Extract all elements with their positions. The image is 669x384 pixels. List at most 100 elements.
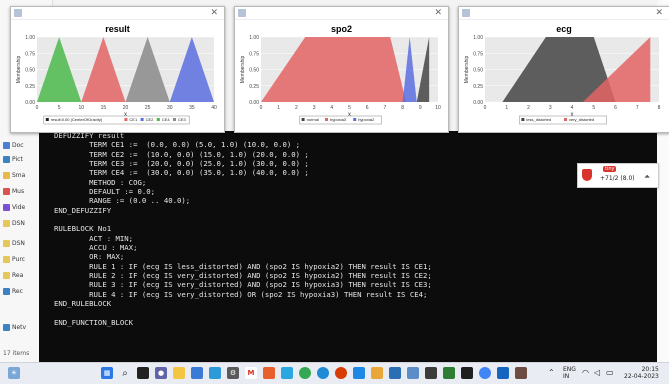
explorer-item[interactable]: Vide: [3, 202, 25, 212]
vscode-icon[interactable]: [353, 367, 365, 379]
chart-title: result: [105, 24, 130, 34]
app-icon[interactable]: [515, 367, 527, 379]
explorer-item[interactable]: Doc: [3, 140, 24, 150]
y-tick-label: 0.75: [473, 51, 483, 57]
app-icon[interactable]: [497, 367, 509, 379]
battery-icon[interactable]: ▭: [606, 369, 614, 377]
legend-swatch: [521, 118, 525, 121]
app-icon[interactable]: [443, 367, 455, 379]
y-axis-label: Membership: [240, 56, 246, 84]
x-tick-label: 40: [211, 105, 217, 111]
close-icon[interactable]: ✕: [434, 7, 442, 19]
legend-label: result:0.00 (CenterOfGravity): [51, 117, 103, 122]
file-explorer-icon[interactable]: [173, 367, 185, 379]
x-tick-label: 8: [401, 105, 404, 111]
photos-icon[interactable]: [209, 367, 221, 379]
camera-icon[interactable]: [425, 367, 437, 379]
volume-icon[interactable]: ◁: [594, 369, 600, 377]
x-tick-label: 1: [505, 105, 508, 111]
explorer-item[interactable]: Purc: [3, 254, 25, 264]
wifi-icon[interactable]: ◠: [582, 369, 589, 377]
weather-icon[interactable]: ☀: [8, 367, 20, 379]
legend-label: hypoxia3: [330, 117, 347, 122]
terminal-icon[interactable]: [461, 367, 473, 379]
close-icon[interactable]: ✕: [210, 7, 218, 19]
shield-icon: [582, 169, 592, 181]
store-icon[interactable]: [191, 367, 203, 379]
explorer-item[interactable]: Pict: [3, 154, 23, 164]
explorer-item-label: Mus: [12, 187, 25, 195]
java-app-icon[interactable]: [407, 367, 419, 379]
explorer-item-label: Sma: [12, 171, 26, 179]
explorer-item[interactable]: Netv: [3, 322, 26, 332]
x-tick-label: 4: [330, 105, 333, 111]
browser-icon[interactable]: [479, 367, 491, 379]
chart-icon: ⏶: [644, 172, 651, 181]
java-app-icon: [14, 9, 22, 17]
folder-icon: [3, 155, 10, 163]
explorer-item[interactable]: Rec: [3, 286, 23, 296]
legend-label: CE2: [146, 117, 155, 122]
explorer-item[interactable]: DSN: [3, 218, 25, 228]
explorer-item[interactable]: DSN: [3, 238, 25, 248]
result-chart-window[interactable]: ✕ result 0.00 0.25 0.50 0.75 1.00 0 5 10 15 20 25 30…: [10, 6, 225, 133]
folder-icon: [3, 287, 10, 295]
x-tick-label: 2: [527, 105, 530, 111]
code-line: TERM CE4 := (30.0, 0.0) (35.0, 1.0) (40.…: [54, 168, 309, 178]
x-tick-label: 25: [145, 105, 151, 111]
notepad-icon[interactable]: [281, 367, 293, 379]
spo2-chart: spo20.000.250.500.751.000 1 2 3 4 5 6 7 8 9 10xMem…: [240, 24, 441, 125]
code-line: METHOD : COG;: [54, 177, 147, 187]
ecg-chart-window[interactable]: ✕ ecg 0.00 0.25 0.50 0.75 1.00 0 1 2 3 4 5 6 7 8 x Membe…: [458, 6, 669, 133]
teams-icon[interactable]: [335, 367, 347, 379]
legend-swatch: [45, 118, 49, 121]
folder-icon: [3, 141, 10, 149]
legend-swatch: [173, 118, 176, 121]
window-titlebar[interactable]: ✕: [235, 7, 448, 20]
language-indicator[interactable]: ENG IN: [563, 366, 576, 380]
explorer-item[interactable]: Mus: [3, 186, 24, 196]
gmail-icon[interactable]: M: [245, 367, 257, 379]
spo2-chart-window[interactable]: ✕ spo2 0.00 0.25 0.50 0.75 1.00 0 1 2 3 4 5 6 7 8 9 10 x M…: [234, 6, 449, 133]
y-tick-label: 0.50: [249, 68, 259, 74]
legend-swatch: [564, 118, 567, 121]
folder-icon: [3, 271, 10, 279]
code-line: END_DEFUZZIFY: [54, 205, 112, 215]
edge-icon[interactable]: [317, 367, 329, 379]
close-icon[interactable]: ✕: [655, 7, 663, 19]
search-icon[interactable]: ⌕: [119, 367, 131, 379]
x-tick-label: 10: [78, 105, 84, 111]
legend-label: CE4: [162, 117, 171, 122]
window-titlebar[interactable]: ✕: [459, 7, 669, 20]
code-line: END_RULEBLOCK: [54, 298, 112, 308]
clock[interactable]: 20:15 22-04-2023: [624, 366, 659, 380]
explorer-item-label: Rec: [12, 287, 23, 295]
netbeans-icon[interactable]: [389, 367, 401, 379]
folder-icon: [3, 239, 10, 247]
legend-swatch: [156, 118, 160, 121]
fcl-code-output: DEFUZZIFY result TERM CE1 := (0.0, 0.0) …: [54, 131, 432, 327]
tray-chevron-icon[interactable]: ⌃: [548, 369, 555, 377]
chat-icon[interactable]: ●: [155, 367, 167, 379]
explorer-item[interactable]: Sma: [3, 170, 25, 180]
legend-swatch: [140, 118, 144, 121]
notification-widget[interactable]: tiny +71/2 (8.0) ⏶: [577, 163, 659, 188]
start-icon[interactable]: ▦: [101, 367, 113, 379]
settings-icon[interactable]: ⚙: [227, 367, 239, 379]
legend-label: CE3: [178, 117, 187, 122]
y-tick-label: 0.00: [473, 100, 483, 106]
chrome-icon[interactable]: [299, 367, 311, 379]
task-view-icon[interactable]: [137, 367, 149, 379]
folder-icon: [3, 187, 10, 195]
explorer-item[interactable]: Rea: [3, 270, 23, 280]
office-icon[interactable]: [263, 367, 275, 379]
onenote-icon[interactable]: [371, 367, 383, 379]
window-titlebar[interactable]: ✕: [11, 7, 224, 20]
y-tick-label: 0.00: [25, 100, 35, 106]
x-tick-label: 6: [614, 105, 617, 111]
x-tick-label: 7: [384, 105, 387, 111]
y-tick-label: 0.50: [25, 68, 35, 74]
y-tick-label: 0.50: [473, 68, 483, 74]
